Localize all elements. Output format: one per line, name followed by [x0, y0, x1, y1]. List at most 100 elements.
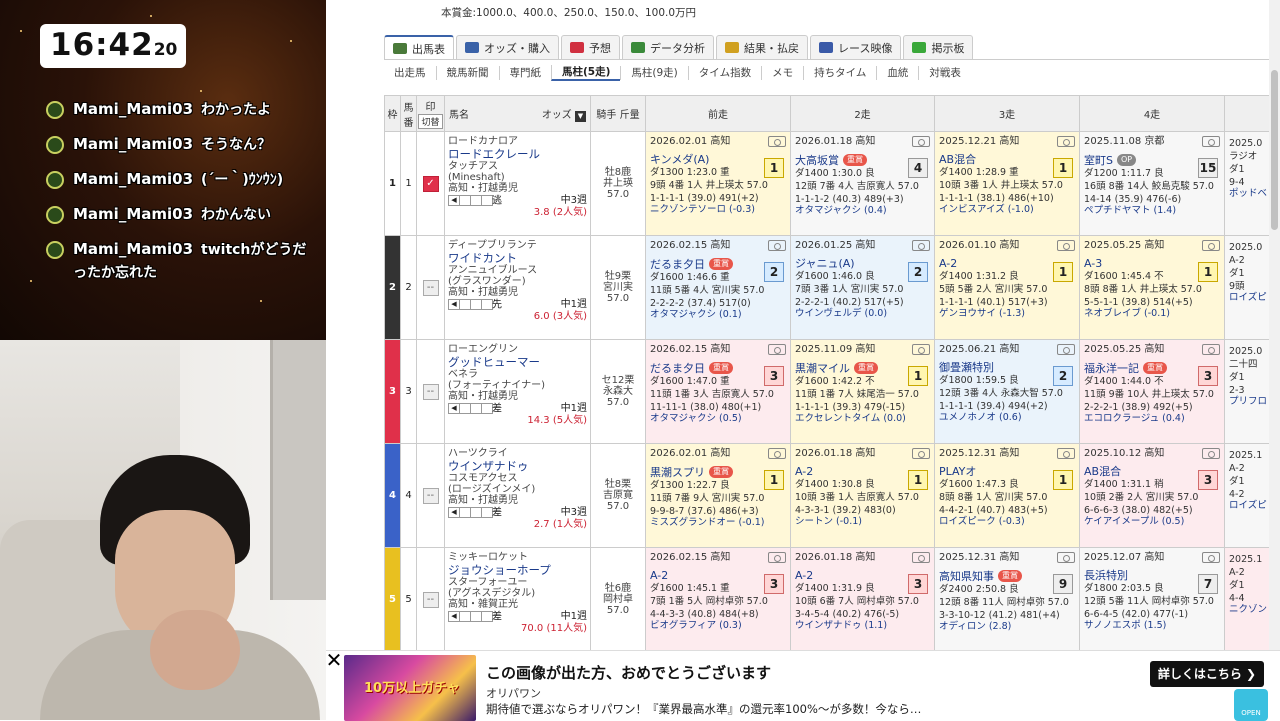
video-icon[interactable]	[1057, 552, 1075, 563]
horse-name[interactable]: ロードエクレール	[448, 147, 587, 161]
mark-toggle-button[interactable]: 切替	[418, 113, 443, 129]
race-winner[interactable]: ウインヴェルデ (0.0)	[795, 308, 930, 319]
race-name-text[interactable]: だるま夕日	[650, 259, 705, 270]
race-name-text[interactable]: AB混合	[939, 154, 976, 165]
race-winner[interactable]: ゲンヨウサイ (-1.3)	[939, 308, 1075, 319]
past-race-cell[interactable]: 2025.11.09 高知 黒潮マイル 重賞 1 ダ1600 1:42.2 不 11頭 1…	[790, 339, 935, 444]
subtab-0[interactable]: 出走馬	[384, 66, 436, 80]
race-winner[interactable]: ウインザナドゥ (1.1)	[795, 620, 930, 631]
race-winner[interactable]: サノノエスポ (1.5)	[1084, 620, 1220, 631]
header-odds[interactable]: オッズ	[542, 110, 572, 121]
ad-image[interactable]: 10万以上ガチャ	[344, 655, 476, 721]
tab-1[interactable]: オッズ・購入	[456, 35, 559, 59]
subtab-5[interactable]: タイム指数	[687, 66, 761, 80]
race-name-text[interactable]: 御畳瀬特別	[939, 362, 994, 373]
video-icon[interactable]	[768, 448, 786, 459]
race-name-text[interactable]: A-2	[795, 570, 813, 581]
subtab-1[interactable]: 競馬新聞	[435, 66, 499, 80]
race-winner[interactable]: オタマジャクシ (0.1)	[650, 309, 786, 320]
mark-select[interactable]: --	[422, 487, 439, 504]
mark-select[interactable]: --	[422, 383, 439, 400]
jockey-name[interactable]: 永森大	[591, 386, 645, 397]
horse-name[interactable]: ウインザナドゥ	[448, 459, 587, 473]
odds[interactable]: 14.3 (5人気)	[448, 415, 587, 426]
video-icon[interactable]	[1202, 448, 1220, 459]
race-name-text[interactable]: 大高坂賞	[795, 155, 839, 166]
race-name-text[interactable]: ジャニュ(A)	[795, 258, 855, 269]
race-winner[interactable]: ペプチドヤマト (1.4)	[1084, 205, 1220, 216]
race-name-text[interactable]: AB混合	[1084, 466, 1121, 477]
odds[interactable]: 2.7 (1人気)	[448, 519, 587, 530]
past-race-cell[interactable]: 2025.10.12 高知 AB混合 3 ダ1400 1:31.1 稍 10頭 2番 2…	[1079, 443, 1225, 548]
race-name-text[interactable]: 高知県知事	[939, 571, 994, 582]
race-winner[interactable]: ケイアイメープル (0.5)	[1084, 516, 1220, 527]
horse-name[interactable]: ジョウショーホープ	[448, 563, 587, 577]
race-name-text[interactable]: A-2	[650, 570, 668, 581]
subtab-9[interactable]: 対戦表	[918, 66, 971, 80]
race-winner[interactable]: ロイズピーク (-0.3)	[939, 516, 1075, 527]
ad-banner[interactable]: ✕ 10万以上ガチャ この画像が出た方、おめでとうございます オリパワン 期待値…	[324, 650, 1280, 721]
ad-title[interactable]: この画像が出た方、おめでとうございます	[486, 662, 771, 683]
past-race-cell[interactable]: 2025.06.21 高知 御畳瀬特別 2 ダ1800 1:59.5 良 12頭 3番 …	[934, 339, 1080, 444]
race-winner[interactable]: エコロクラージュ (0.4)	[1084, 413, 1220, 424]
jockey-name[interactable]: 吉原寛	[591, 490, 645, 501]
ad-open-icon[interactable]: OPEN	[1234, 689, 1268, 721]
past-race-cell[interactable]: 2025.12.31 高知 PLAYオ 1 ダ1600 1:47.3 良 8頭 8番 1…	[934, 443, 1080, 548]
past-race-cell[interactable]: 2026.02.15 高知 だるま夕日 重賞 2 ダ1600 1:46.6 重 11頭 5…	[645, 235, 791, 340]
race-winner[interactable]: シートン (-0.1)	[795, 516, 930, 527]
video-icon[interactable]	[768, 344, 786, 355]
past-race-cell[interactable]: 2026.01.18 高知 A-2 1 ダ1400 1:30.8 良 10頭 3番 1人…	[790, 443, 935, 548]
race-name-text[interactable]: 福永洋一記	[1084, 363, 1139, 374]
past-race-cell[interactable]: 2025.12.07 高知 長浜特別 7 ダ1800 2:03.5 良 12頭 5番 1…	[1079, 547, 1225, 652]
video-icon[interactable]	[912, 552, 930, 563]
odds[interactable]: 3.8 (2人気)	[448, 207, 587, 218]
race-winner[interactable]: ミスズグランドオー (-0.1)	[650, 517, 786, 528]
past-race-cell[interactable]: 2025.05.25 高知 A-3 1 ダ1600 1:45.4 不 8頭 8番 1人 …	[1079, 235, 1225, 340]
close-icon[interactable]: ✕	[324, 650, 344, 671]
sort-down-icon[interactable]: ▼	[575, 110, 586, 122]
past-race-cell[interactable]: 2025.11.08 京都 室町S OP 15 ダ1200 1:11.7 良 16頭 8番…	[1079, 131, 1225, 236]
subtab-8[interactable]: 血統	[876, 66, 918, 80]
past-race-cell[interactable]: 2025.05.25 高知 福永洋一記 重賞 3 ダ1400 1:44.0 不 11頭 9…	[1079, 339, 1225, 444]
past-race-cell[interactable]: 2026.02.01 高知 黒潮スプリ 重賞 1 ダ1300 1:22.7 良 11頭 7…	[645, 443, 791, 548]
tab-6[interactable]: 掲示板	[903, 35, 974, 59]
subtab-6[interactable]: メモ	[761, 66, 803, 80]
past-race-cell[interactable]: 2026.02.15 高知 A-2 3 ダ1600 1:45.1 重 7頭 1番 5人 …	[645, 547, 791, 652]
race-name-text[interactable]: A-3	[1084, 258, 1102, 269]
race-winner[interactable]: ネオブレイブ (-0.1)	[1084, 308, 1220, 319]
race-winner[interactable]: インビスアイズ (-1.0)	[939, 204, 1075, 215]
past-race-cell[interactable]: 2026.01.18 高知 大高坂賞 重賞 4 ダ1400 1:30.0 良 12頭 7番…	[790, 131, 935, 236]
past-race-cell[interactable]: 2026.01.18 高知 A-2 3 ダ1400 1:31.9 良 10頭 6番 7人…	[790, 547, 935, 652]
race-winner[interactable]: ビオグラフィア (0.3)	[650, 620, 786, 631]
race-name-text[interactable]: A-2	[939, 258, 957, 269]
odds[interactable]: 6.0 (3人気)	[448, 311, 587, 322]
video-icon[interactable]	[1057, 240, 1075, 251]
tab-0[interactable]: 出馬表	[384, 35, 454, 60]
video-icon[interactable]	[912, 448, 930, 459]
past-race-cell[interactable]: 2026.02.01 高知 キンメダ(A) 1 ダ1300 1:23.0 重 9頭 4番…	[645, 131, 791, 236]
video-icon[interactable]	[1202, 136, 1220, 147]
tab-4[interactable]: 結果・払戻	[716, 35, 808, 59]
ad-details-button[interactable]: 詳しくはこちら ❯	[1150, 661, 1264, 687]
horse-name[interactable]: グッドヒューマー	[448, 355, 587, 369]
video-icon[interactable]	[912, 344, 930, 355]
mark-select[interactable]: --	[422, 591, 439, 608]
race-name-text[interactable]: キンメダ(A)	[650, 154, 709, 165]
tab-2[interactable]: 予想	[561, 35, 620, 59]
past-race-cell[interactable]: 2025.12.21 高知 AB混合 1 ダ1400 1:28.9 重 10頭 3番 1…	[934, 131, 1080, 236]
video-icon[interactable]	[1202, 240, 1220, 251]
video-icon[interactable]	[1202, 344, 1220, 355]
video-icon[interactable]	[1202, 552, 1220, 563]
race-name-text[interactable]: 黒潮マイル	[795, 363, 850, 374]
tab-3[interactable]: データ分析	[622, 35, 714, 59]
video-icon[interactable]	[1057, 136, 1075, 147]
scrollbar[interactable]	[1269, 0, 1280, 650]
subtab-4[interactable]: 馬柱(9走)	[620, 66, 687, 80]
subtab-2[interactable]: 専門紙	[498, 66, 552, 80]
video-icon[interactable]	[1057, 448, 1075, 459]
race-name-text[interactable]: 室町S	[1084, 155, 1113, 166]
odds[interactable]: 70.0 (11人気)	[448, 623, 587, 634]
video-icon[interactable]	[1057, 344, 1075, 355]
video-icon[interactable]	[768, 552, 786, 563]
horse-name[interactable]: ワイドカント	[448, 251, 587, 265]
